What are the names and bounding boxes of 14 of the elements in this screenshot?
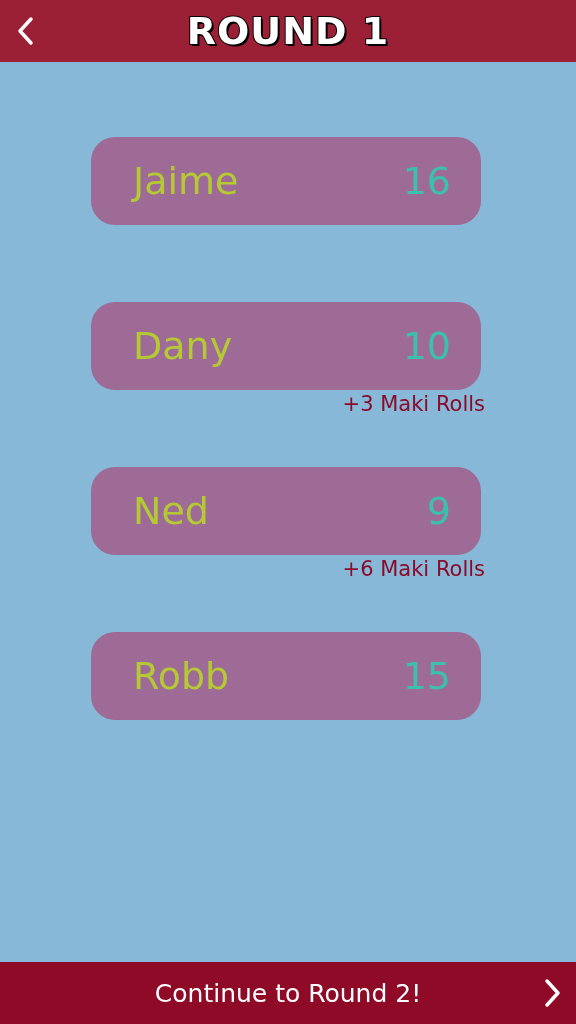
player-score: 15 xyxy=(402,654,451,698)
back-button[interactable] xyxy=(16,16,36,46)
player-name: Dany xyxy=(133,324,233,368)
continue-button[interactable]: Continue to Round 2! xyxy=(0,962,576,1024)
screen-title: ROUND 1 xyxy=(186,9,390,53)
bonus-label: +3 Maki Rolls xyxy=(342,391,485,417)
player-name: Robb xyxy=(133,654,230,698)
player-score: 16 xyxy=(402,159,451,203)
player-score: 10 xyxy=(402,324,451,368)
player-score: 9 xyxy=(426,489,451,533)
bonus-label: +6 Maki Rolls xyxy=(342,556,485,582)
player-name: Ned xyxy=(133,489,209,533)
next-icon xyxy=(542,978,562,1008)
player-name: Jaime xyxy=(133,159,239,203)
